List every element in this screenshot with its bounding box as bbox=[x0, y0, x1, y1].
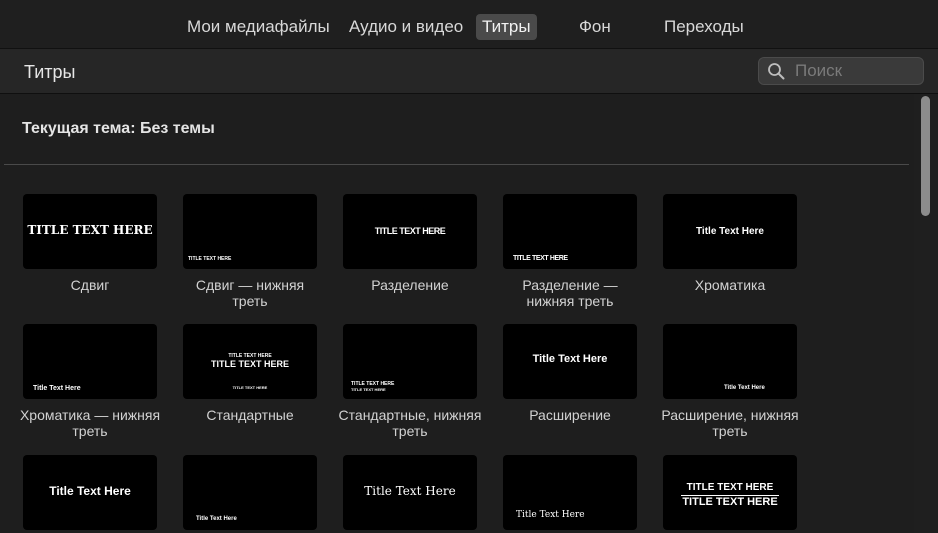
thumbnail-text: Title Text Here bbox=[33, 385, 81, 392]
title-thumbnail: TITLE TEXT HERE TITLE TEXT HERE bbox=[343, 324, 477, 399]
title-caption: Хроматика — нижняя треть bbox=[19, 407, 161, 439]
title-thumbnail: TITLE TEXT HERE bbox=[183, 194, 317, 269]
title-caption: Разделение — нижняя треть bbox=[522, 277, 618, 309]
title-thumbnail: Title Text Here bbox=[503, 455, 637, 530]
title-caption: Сдвиг — нижняя треть bbox=[195, 277, 305, 309]
title-thumbnail: TITLE TEXT HERE bbox=[343, 194, 477, 269]
title-caption: Расширение bbox=[529, 407, 611, 423]
page-title: Титры bbox=[24, 62, 76, 82]
thumbnail-text: Title Text Here bbox=[196, 516, 237, 522]
tab-my-media[interactable]: Мои медиафайлы bbox=[181, 14, 336, 40]
tab-audio-video[interactable]: Аудио и видео bbox=[343, 14, 469, 40]
title-caption: Сдвиг bbox=[70, 277, 110, 293]
thumbnail-text: TITLE TEXT HERE bbox=[513, 255, 568, 262]
media-tab-bar: Мои медиафайлы Аудио и видео Титры Фон П… bbox=[0, 0, 938, 49]
thumbnail-text: Title Text Here bbox=[696, 226, 764, 237]
search-box[interactable] bbox=[758, 57, 924, 85]
thumbnail-text: TITLE TEXT HERE bbox=[682, 496, 778, 508]
tab-titles[interactable]: Титры bbox=[476, 14, 537, 40]
title-thumbnail: TITLE TEXT HERE TITLE TEXT HERE TITLE TE… bbox=[183, 324, 317, 399]
thumbnail-text: Title Text Here bbox=[516, 510, 585, 520]
title-caption: Стандартные bbox=[206, 407, 294, 423]
tab-transitions[interactable]: Переходы bbox=[658, 14, 750, 40]
title-caption: Стандартные, нижняя треть bbox=[338, 407, 482, 439]
titles-grid: TITLE TEXT HERE Сдвиг TITLE TEXT HERE Сд… bbox=[0, 94, 914, 533]
thumbnail-text: TITLE TEXT HERE bbox=[351, 387, 386, 392]
thumbnail-text: Title Text Here bbox=[364, 484, 456, 498]
title-caption: Хроматика bbox=[694, 277, 766, 293]
thumbnail-text: TITLE TEXT HERE bbox=[374, 226, 446, 236]
title-caption: Расширение, нижняя треть bbox=[661, 407, 799, 439]
vertical-scrollbar[interactable] bbox=[914, 94, 938, 533]
title-thumbnail: Title Text Here bbox=[663, 194, 797, 269]
title-thumbnail: TITLE TEXT HERE bbox=[503, 194, 637, 269]
title-thumbnail: Title Text Here bbox=[663, 324, 797, 399]
thumbnail-text: TITLE TEXT HERE bbox=[686, 482, 774, 493]
title-thumbnail: TITLE TEXT HERE bbox=[23, 194, 157, 269]
title-thumbnail: TITLE TEXT HERE TITLE TEXT HERE bbox=[663, 455, 797, 530]
scrollbar-thumb[interactable] bbox=[921, 96, 930, 216]
thumbnail-text: TITLE TEXT HERE bbox=[188, 256, 232, 262]
title-thumbnail: Title Text Here bbox=[23, 324, 157, 399]
thumbnail-text: Title Text Here bbox=[724, 385, 765, 391]
thumbnail-text: Title Text Here bbox=[532, 353, 608, 365]
thumbnail-text: TITLE TEXT HERE bbox=[210, 359, 289, 369]
thumbnail-text: TITLE TEXT HERE bbox=[232, 385, 268, 390]
browser-header: Титры bbox=[0, 49, 938, 94]
title-thumbnail: Title Text Here bbox=[23, 455, 157, 530]
thumbnail-text: Title Text Here bbox=[49, 484, 131, 498]
search-input[interactable] bbox=[795, 60, 917, 82]
tab-backgrounds[interactable]: Фон bbox=[573, 14, 617, 40]
title-thumbnail: Title Text Here bbox=[343, 455, 477, 530]
thumbnail-text: TITLE TEXT HERE bbox=[27, 223, 153, 237]
title-caption: Разделение bbox=[371, 277, 449, 293]
title-thumbnail: Title Text Here bbox=[503, 324, 637, 399]
title-thumbnail: Title Text Here bbox=[183, 455, 317, 530]
search-icon bbox=[768, 63, 785, 80]
titles-browser: Текущая тема: Без темы TITLE TEXT HERE С… bbox=[0, 94, 914, 533]
